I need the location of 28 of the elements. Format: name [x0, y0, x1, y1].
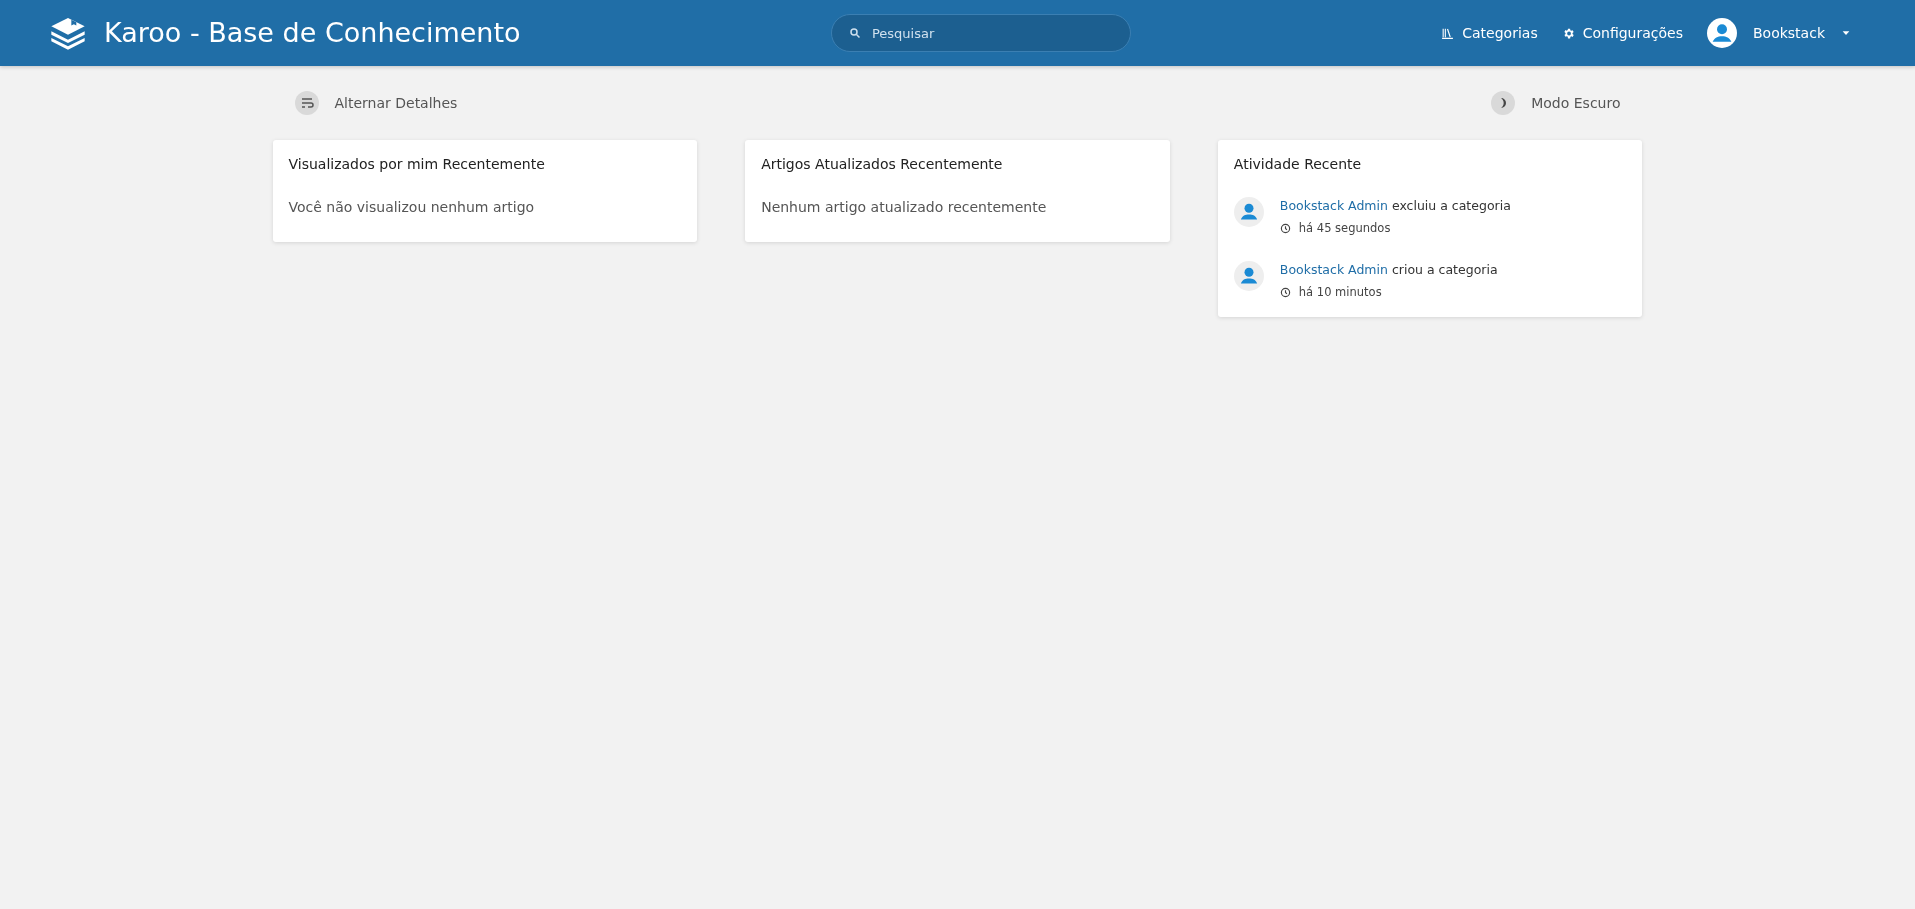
user-link[interactable]: Bookstack Admin: [1279, 197, 1388, 213]
dark-mode-button[interactable]: Modo Escuro: [1485, 90, 1627, 116]
search-field[interactable]: Pesquisar: [830, 14, 1131, 52]
shelves-icon: [1441, 26, 1455, 40]
card-title: Artigos Atualizados Recentemente: [761, 156, 1004, 173]
empty-message: Nenhum artigo atualizado recentemente: [761, 197, 1048, 217]
activity-time: há 10 minutos: [1298, 283, 1382, 301]
activity-text: Bookstack Admin criou a categoria: [1279, 260, 1498, 279]
user-avatar-icon: [1233, 260, 1264, 291]
avatar-icon: [1707, 18, 1737, 48]
card-title: Visualizados por mim Recentemente: [288, 156, 546, 173]
user-avatar-icon: [1233, 196, 1264, 227]
caret-icon: [1841, 28, 1851, 38]
clock-icon: [1279, 286, 1291, 298]
settings-link[interactable]: Configurações: [1561, 22, 1683, 44]
clock-icon: [1279, 222, 1291, 234]
empty-message: Você não visualizou nenhum artigo: [288, 197, 536, 217]
activity-text: Bookstack Admin excluiu a categoria: [1279, 196, 1511, 215]
details-icon: [294, 91, 319, 115]
site-title: Karoo - Base de Conhecimento: [104, 15, 521, 50]
search-icon: [848, 27, 861, 39]
activity-time: há 45 segundos: [1298, 219, 1391, 237]
user-link[interactable]: Bookstack Admin: [1279, 261, 1388, 277]
toggle-details-button[interactable]: Alternar Detalhes: [288, 90, 464, 116]
user-menu[interactable]: Bookstack: [1707, 18, 1851, 48]
card-title: Atividade Recente: [1233, 156, 1363, 173]
moon-icon: [1491, 91, 1516, 115]
categories-link[interactable]: Categorias: [1441, 22, 1538, 44]
